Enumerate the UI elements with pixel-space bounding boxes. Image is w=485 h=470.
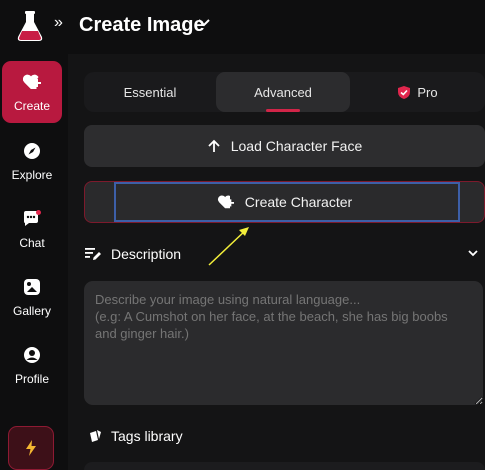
active-tab-indicator (266, 109, 300, 112)
button-label: Load Character Face (230, 138, 363, 154)
sidebar-item-label: Create (13, 99, 51, 113)
profile-icon (21, 344, 43, 366)
shield-check-icon (398, 85, 411, 99)
expand-sidebar-button[interactable]: » (54, 14, 63, 32)
chat-bubble-icon (21, 208, 43, 230)
tab-pro[interactable]: Pro (350, 72, 485, 112)
compass-icon (21, 140, 43, 162)
lightning-bolt-icon (26, 440, 36, 456)
sidebar: Create Explore Chat Gallery Profile (0, 0, 68, 470)
sidebar-item-label: Gallery (12, 304, 51, 318)
sidebar-item-explore[interactable]: Explore (0, 131, 64, 191)
chevron-down-icon[interactable] (467, 248, 479, 258)
tab-essential[interactable]: Essential (84, 72, 216, 112)
page-title[interactable]: Create Image (79, 14, 205, 37)
sidebar-item-profile[interactable]: Profile (0, 335, 64, 395)
heart-plus-icon (21, 71, 43, 93)
description-header[interactable]: Description (84, 244, 485, 264)
description-input[interactable] (84, 281, 483, 405)
sidebar-item-chat[interactable]: Chat (0, 199, 64, 259)
sidebar-item-label: Profile (14, 372, 49, 386)
next-section-strip (84, 462, 485, 470)
sidebar-item-label: Explore (11, 168, 53, 182)
annotation-highlight-box (114, 182, 460, 222)
tab-label: Essential (123, 84, 177, 100)
sidebar-item-gallery[interactable]: Gallery (0, 267, 64, 327)
flask-logo-icon[interactable] (16, 10, 44, 42)
load-character-face-button[interactable]: Load Character Face (84, 125, 485, 167)
sidebar-item-label: Chat (19, 236, 45, 250)
mode-tabs: Essential Advanced Pro (84, 72, 485, 112)
tab-label: Pro (417, 84, 438, 100)
sidebar-item-create[interactable]: Create (2, 61, 62, 123)
tag-cards-icon (90, 430, 101, 442)
tab-label: Advanced (254, 84, 312, 100)
tab-advanced[interactable]: Advanced (216, 72, 350, 112)
description-label: Description (111, 246, 182, 262)
chevron-down-icon[interactable] (197, 17, 211, 29)
edit-lines-icon (85, 248, 101, 260)
tags-library-header[interactable]: Tags library (84, 426, 485, 446)
gallery-icon (21, 276, 43, 298)
arrow-up-icon (208, 139, 220, 152)
tags-library-label: Tags library (111, 428, 183, 444)
boost-button[interactable] (8, 426, 54, 470)
